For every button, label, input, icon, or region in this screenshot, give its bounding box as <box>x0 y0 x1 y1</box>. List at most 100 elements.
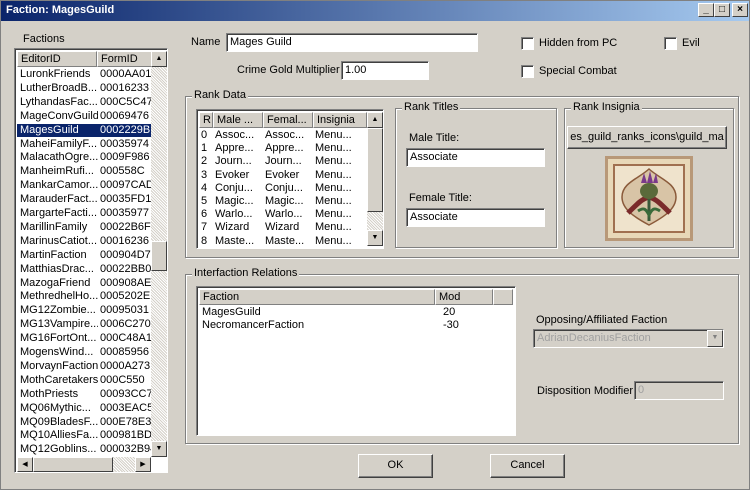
faction-row[interactable]: MothPriests 00093CC7 <box>17 388 152 401</box>
scroll-thumb[interactable] <box>367 128 383 212</box>
scroll-up-icon[interactable]: ▲ <box>367 112 383 128</box>
column-header-editorid[interactable]: EditorID <box>17 51 97 67</box>
window-title: Faction: MagesGuild <box>6 4 115 16</box>
faction-row[interactable]: MethredhelHo... 0005202E <box>17 290 151 303</box>
rank-row[interactable]: 4 Conju... Conju... Menu... <box>197 182 367 195</box>
faction-editorid: MazogaFriend <box>20 276 91 289</box>
faction-editorid: MargarteFacti... <box>20 207 98 219</box>
column-header-insignia[interactable]: Insignia <box>313 112 367 128</box>
column-header-faction[interactable]: Faction <box>199 289 435 305</box>
rank-number: 0 <box>201 129 208 141</box>
scroll-down-icon[interactable]: ▼ <box>151 441 167 457</box>
rank-female-title: Assoc... <box>265 129 305 141</box>
evil-checkbox[interactable] <box>664 37 677 50</box>
rank-row[interactable]: 2 Journ... Journ... Menu... <box>197 155 367 168</box>
faction-editorid: LutherBroadB... <box>20 81 98 94</box>
faction-row[interactable]: MG13Vampire... 0006C270 <box>17 318 151 331</box>
faction-editorid: MethredhelHo... <box>20 290 98 303</box>
scroll-down-icon[interactable]: ▼ <box>367 230 383 246</box>
factions-list[interactable]: EditorID FormID LuronkFriends 0000AA01 Lut… <box>14 48 168 473</box>
faction-editorid: MatthiasDrac... <box>20 262 94 275</box>
relation-row[interactable]: MagesGuild 20 <box>197 306 497 319</box>
ok-button[interactable]: OK <box>358 454 433 478</box>
faction-formid: 000558C <box>100 165 145 178</box>
column-header-rank[interactable]: R <box>199 112 213 128</box>
faction-row[interactable]: MQ12Goblins... 000032B94 <box>17 443 152 456</box>
rank-row[interactable]: 1 Appre... Appre... Menu... <box>197 142 367 155</box>
column-header-formid[interactable]: FormID <box>97 51 153 67</box>
cancel-button[interactable]: Cancel <box>490 454 565 478</box>
rank-female-title: Maste... <box>265 234 305 247</box>
faction-row[interactable]: MageConvGuild 00069476 <box>17 110 151 123</box>
special-combat-checkbox[interactable] <box>521 65 534 78</box>
faction-row[interactable]: LythandasFac... 000C5C47 <box>17 96 152 109</box>
column-header-male[interactable]: Male ... <box>213 112 263 128</box>
female-title-field[interactable]: Associate <box>406 208 545 227</box>
minimize-icon[interactable]: _ <box>698 3 714 17</box>
faction-row[interactable]: MG12Zombie... 00095031 <box>17 304 151 317</box>
faction-row[interactable]: MG16FortOnt... 000C48A1 <box>17 332 152 345</box>
faction-row[interactable]: MagesGuild 0002229B <box>17 123 151 137</box>
rank-row[interactable]: 8 Maste... Maste... Menu... <box>197 235 367 248</box>
relations-list[interactable]: Faction Mod MagesGuild 20 NecromancerFacti… <box>196 286 516 436</box>
crime-gold-field[interactable]: 1.00 <box>341 61 429 80</box>
faction-row[interactable]: MargarteFacti... 00035977 <box>17 207 151 220</box>
faction-row[interactable]: MankarCamor... 00097CAD <box>17 179 152 192</box>
factions-hscrollbar[interactable]: ◀ ▶ <box>17 457 151 472</box>
faction-row[interactable]: MartinFaction 000904D7 <box>17 249 151 262</box>
faction-row[interactable]: LutherBroadB... 00016233 <box>17 82 151 95</box>
rank-vscrollbar[interactable]: ▲ ▼ <box>367 112 383 246</box>
hidden-from-pc-checkbox[interactable] <box>521 37 534 50</box>
title-bar[interactable]: Faction: MagesGuild <box>1 1 749 21</box>
faction-editorid: MG12Zombie... <box>20 304 96 317</box>
faction-row[interactable]: MothCaretakers 000C550 <box>17 374 151 387</box>
relation-mod: -30 <box>443 319 459 331</box>
male-title-field[interactable]: Associate <box>406 148 545 167</box>
name-field[interactable]: Mages Guild <box>226 33 478 52</box>
insignia-icon[interactable] <box>605 156 693 241</box>
scroll-up-icon[interactable]: ▲ <box>151 51 167 67</box>
rank-insignia: Menu... <box>315 234 352 247</box>
rank-male-title: Appre... <box>215 142 254 155</box>
faction-row[interactable]: MQ10AlliesFa... 000981BD <box>17 429 152 442</box>
disposition-field[interactable]: 0 <box>634 381 724 400</box>
faction-row[interactable]: MazogaFriend 000908AE <box>17 277 151 290</box>
rank-row[interactable]: 3 Evoker Evoker Menu... <box>197 169 367 182</box>
faction-row[interactable]: ManheimRufi... 000558C <box>17 165 151 178</box>
column-header-female[interactable]: Femal... <box>263 112 313 128</box>
opposing-faction-select[interactable]: AdrianDecaniusFaction <box>533 329 724 348</box>
chevron-down-icon[interactable]: ▼ <box>707 330 723 347</box>
faction-formid: 000981BD <box>100 429 152 442</box>
relation-faction: NecromancerFaction <box>202 319 305 331</box>
faction-row[interactable]: MogensWind... 00085956 <box>17 346 151 359</box>
faction-row[interactable]: MalacathOgre... 0009F986 <box>17 151 151 164</box>
insignia-path-button[interactable]: es_guild_ranks_icons\guild_ma <box>567 126 727 149</box>
close-icon[interactable]: × <box>732 3 748 17</box>
rank-row[interactable]: 7 Wizard Wizard Menu... <box>197 221 367 234</box>
faction-row[interactable]: MarillinFamily 00022B6F <box>17 221 151 234</box>
scroll-thumb[interactable] <box>151 241 167 271</box>
rank-female-title: Conju... <box>265 181 303 194</box>
faction-row[interactable]: MarinusCatiot... 00016236 <box>17 235 151 248</box>
faction-row[interactable]: MatthiasDrac... 00022BB0 <box>17 263 151 276</box>
faction-row[interactable]: MQ06Mythic... 0003EAC5 <box>17 401 152 415</box>
rank-row[interactable]: 5 Magic... Magic... Menu... <box>197 195 367 208</box>
faction-editorid: MQ10AlliesFa... <box>20 429 98 442</box>
maximize-icon[interactable]: □ <box>714 3 730 17</box>
rank-list[interactable]: R Male ... Femal... Insignia 0 Assoc... As… <box>196 109 384 249</box>
faction-formid: 0003EAC5 <box>100 401 152 414</box>
faction-row[interactable]: MQ09BladesF... 000E78E3 <box>17 416 151 429</box>
hscroll-thumb[interactable] <box>33 457 113 472</box>
factions-vscrollbar[interactable]: ▲ ▼ <box>151 51 167 457</box>
scroll-left-icon[interactable]: ◀ <box>17 457 33 472</box>
faction-row[interactable]: LuronkFriends 0000AA01 <box>17 68 151 81</box>
relation-row[interactable]: NecromancerFaction -30 <box>197 319 497 332</box>
faction-row[interactable]: MaheiFamilyF... 00035974 <box>17 138 151 151</box>
rank-row[interactable]: 0 Assoc... Assoc... Menu... <box>197 129 367 142</box>
faction-row[interactable]: MorvaynFaction 0000A273 <box>17 360 151 373</box>
rank-row[interactable]: 6 Warlo... Warlo... Menu... <box>197 208 367 221</box>
scroll-right-icon[interactable]: ▶ <box>135 457 151 472</box>
column-header-mod[interactable]: Mod <box>435 289 493 305</box>
rank-insignia: Menu... <box>315 195 352 207</box>
faction-row[interactable]: MarauderFact... 00035FD1 <box>17 193 151 206</box>
